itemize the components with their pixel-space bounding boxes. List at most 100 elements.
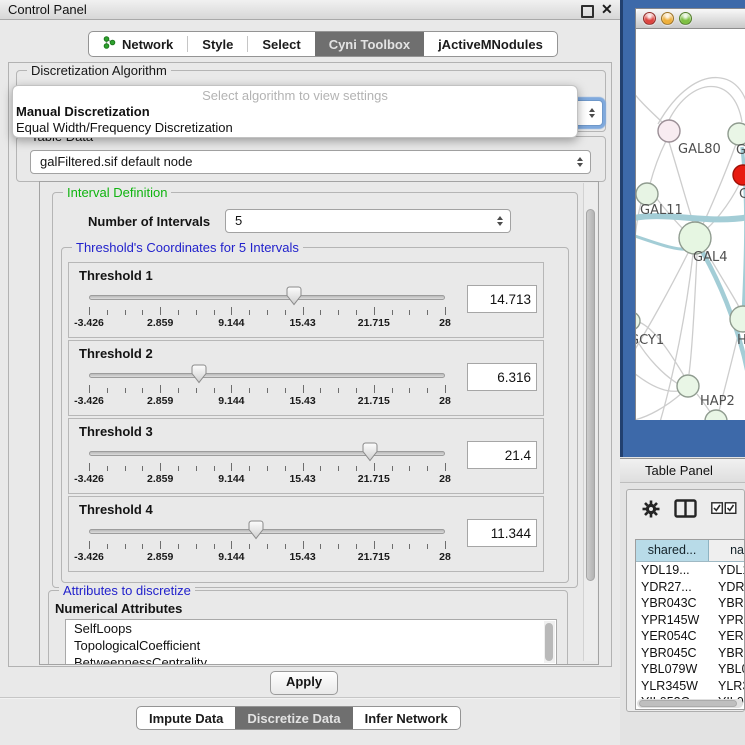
slider-track[interactable] [89, 451, 445, 456]
scrollbar-thumb[interactable] [586, 209, 595, 581]
settings-scrollpane: Interval Definition Number of Intervals … [39, 181, 599, 665]
network-edge[interactable] [636, 89, 662, 122]
table-row[interactable]: YDL19...YDL1 [636, 562, 744, 579]
tab-style-label: Style [202, 37, 233, 52]
attribute-list-item[interactable]: BetweennessCentrality [66, 654, 556, 665]
slider-track[interactable] [89, 529, 445, 534]
numerical-attributes-list[interactable]: SelfLoopsTopologicalCoefficientBetweenne… [65, 619, 557, 665]
tab-jactivemnodules[interactable]: jActiveMNodules [424, 32, 557, 56]
threshold-3-value-input[interactable] [467, 441, 537, 469]
slider-tick-labels: -3.4262.8599.14415.4321.71528 [89, 473, 445, 486]
threshold-2-value-input[interactable] [467, 363, 537, 391]
float-panel-icon[interactable] [581, 5, 594, 18]
node-attribute-table: shared... na YDL19...YDL1YDR27...YDR2YBR… [635, 539, 745, 710]
dropdown-placeholder: Select algorithm to view settings [13, 88, 577, 104]
network-node[interactable] [658, 120, 680, 142]
tab-discretize-data[interactable]: Discretize Data [235, 707, 352, 729]
table-row[interactable]: YBR043CYBR0 [636, 595, 744, 612]
table-data-group: Table Data galFiltered.sif default node [16, 136, 606, 182]
network-canvas[interactable]: GAL80GACGAL11GAL4GCY1HHAP2 [636, 29, 745, 420]
horizontal-scrollbar[interactable] [637, 699, 743, 708]
attributes-group: Attributes to discretize Numerical Attri… [48, 590, 568, 665]
network-edge[interactable] [636, 393, 682, 420]
network-icon [103, 35, 116, 53]
network-window-titlebar[interactable] [636, 9, 745, 29]
network-node[interactable] [636, 183, 658, 205]
tab-discretize-data-label: Discretize Data [247, 711, 340, 726]
number-of-intervals-value: 5 [235, 213, 242, 228]
combo-spinner-icon [577, 157, 583, 167]
slider-thumb[interactable] [362, 442, 378, 462]
attribute-list-item[interactable]: SelfLoops [66, 620, 556, 637]
column-header-name[interactable]: na [709, 540, 744, 561]
table-row[interactable]: YER054CYER0 [636, 628, 744, 645]
close-panel-icon[interactable]: ✕ [601, 1, 613, 18]
threshold-4-value-input[interactable] [467, 519, 537, 547]
tab-infer-network[interactable]: Infer Network [353, 707, 460, 729]
threshold-4-label: Threshold 4 [79, 502, 153, 517]
network-node[interactable] [636, 312, 640, 330]
table-row[interactable]: YDR27...YDR2 [636, 579, 744, 596]
network-window-frame[interactable]: GAL80GACGAL11GAL4GCY1HHAP2 [620, 0, 745, 457]
column-panel-button[interactable] [674, 499, 697, 523]
number-of-intervals-combo[interactable]: 5 [225, 209, 511, 233]
apply-button[interactable]: Apply [270, 671, 338, 695]
list-scrollbar[interactable] [544, 621, 555, 663]
tab-cyni-toolbox-label: Cyni Toolbox [329, 37, 410, 52]
threshold-4-slider[interactable]: -3.4262.8599.14415.4321.71528 [79, 519, 459, 567]
slider-track[interactable] [89, 373, 445, 378]
network-node[interactable] [677, 375, 699, 397]
threshold-3-slider[interactable]: -3.4262.8599.14415.4321.71528 [79, 441, 459, 489]
threshold-1-slider[interactable]: -3.4262.8599.14415.4321.71528 [79, 285, 459, 333]
network-node-label: H [737, 333, 745, 348]
cyni-toolbox-panel: Discretization Algorithm Table Data galF… [8, 62, 612, 667]
network-edge[interactable] [650, 141, 666, 184]
tab-network[interactable]: Network [89, 32, 187, 56]
threshold-3-label: Threshold 3 [79, 424, 153, 439]
close-traffic-light[interactable] [643, 12, 656, 25]
table-row[interactable]: YLR345WYLR3 [636, 678, 744, 695]
network-node-label: GAL4 [693, 250, 727, 265]
interval-definition-title: Interval Definition [63, 185, 171, 200]
network-node[interactable] [728, 123, 745, 145]
network-edge[interactable] [669, 86, 742, 122]
interval-definition-group: Interval Definition Number of Intervals … [52, 192, 578, 588]
screenshot-root: Control Panel ✕ Network Style [0, 0, 745, 745]
threshold-3-box: Threshold 3 -3.4262.8599.14415.4321.7152… [68, 418, 544, 494]
network-node-label: GAL80 [678, 142, 721, 157]
tab-impute-data[interactable]: Impute Data [137, 707, 235, 729]
slider-tick-labels: -3.4262.8599.14415.4321.71528 [89, 395, 445, 408]
attribute-list-item[interactable]: TopologicalCoefficient [66, 637, 556, 654]
slider-thumb[interactable] [286, 286, 302, 306]
slider-track[interactable] [89, 295, 445, 300]
slider-thumb[interactable] [248, 520, 264, 540]
dropdown-option-equal-width-frequency[interactable]: Equal Width/Frequency Discretization [13, 120, 577, 136]
table-row[interactable]: YBR045CYBR0 [636, 645, 744, 662]
table-data-combo[interactable]: galFiltered.sif default node [30, 150, 591, 174]
column-header-shared-name[interactable]: shared... [636, 540, 709, 561]
threshold-2-slider[interactable]: -3.4262.8599.14415.4321.71528 [79, 363, 459, 411]
network-node[interactable] [733, 165, 745, 185]
table-settings-button[interactable] [641, 499, 661, 524]
control-panel-titlebar: Control Panel ✕ [0, 0, 620, 20]
table-row[interactable]: YPR145WYPR1 [636, 612, 744, 629]
slider-thumb[interactable] [191, 364, 207, 384]
combo-spinner-icon [589, 108, 595, 118]
network-node[interactable] [730, 306, 745, 332]
dropdown-option-manual-discretization[interactable]: Manual Discretization [13, 104, 577, 120]
table-row[interactable]: YBL079WYBL0 [636, 661, 744, 678]
zoom-traffic-light[interactable] [679, 12, 692, 25]
tab-style[interactable]: Style [188, 32, 247, 56]
network-edge[interactable] [704, 183, 740, 231]
scrollbar-thumb[interactable] [545, 623, 553, 661]
select-columns-button[interactable] [711, 502, 737, 520]
tab-cyni-toolbox[interactable]: Cyni Toolbox [315, 32, 424, 56]
right-region: GAL80GACGAL11GAL4GCY1HHAP2 Table Panel [620, 0, 745, 745]
tab-infer-network-label: Infer Network [365, 711, 448, 726]
scrollbar-thumb[interactable] [639, 700, 737, 707]
threshold-1-value-input[interactable] [467, 285, 537, 313]
network-node[interactable] [705, 410, 727, 420]
tab-select[interactable]: Select [248, 32, 314, 56]
vertical-scrollbar[interactable] [583, 183, 597, 661]
minimize-traffic-light[interactable] [661, 12, 674, 25]
